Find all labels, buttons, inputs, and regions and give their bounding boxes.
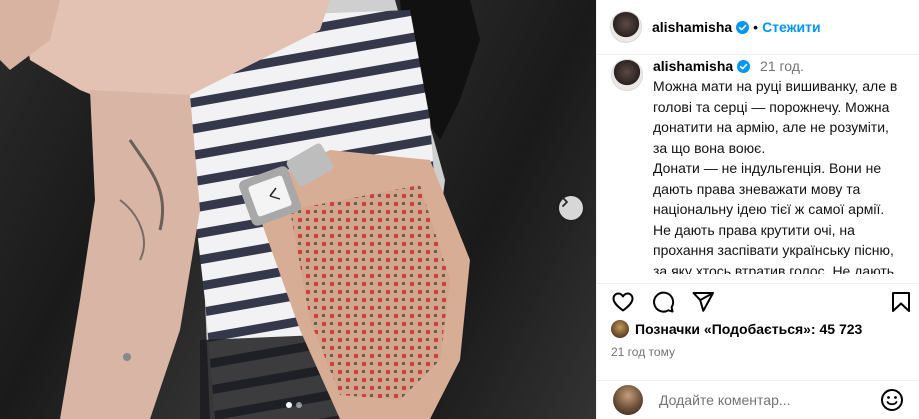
caption-avatar[interactable] [611,59,643,91]
emoji-icon [881,389,903,411]
caption-text: Можна мати на руці вишиванку, але в голо… [653,76,903,274]
post-media[interactable] [0,0,596,419]
post-header: alishamisha • Стежити [597,0,919,55]
header-username[interactable]: alishamisha [652,19,750,35]
share-icon [692,292,714,312]
caption-header: alishamisha 21 год. [653,58,804,74]
comment-input[interactable] [657,391,871,409]
comment-button[interactable] [651,290,675,319]
post-timestamp[interactable]: 21 год тому [611,345,675,359]
emoji-button[interactable] [880,388,904,412]
caption-timestamp[interactable]: 21 год. [760,58,804,74]
follow-button[interactable]: Стежити [762,19,821,35]
avatar [611,320,629,338]
action-bar [597,283,919,319]
likes-label[interactable]: Позначки «Подобається»: 45 723 [635,321,862,337]
post-side-panel: alishamisha • Стежити alishamisha 21 год… [596,0,919,419]
post-photo [0,0,596,419]
verified-badge-icon [737,60,751,73]
header-separator: • [753,19,759,35]
chevron-right-icon [562,197,568,207]
save-button[interactable] [890,290,912,319]
bookmark-icon [892,292,910,312]
avatar [613,385,643,415]
like-button[interactable] [611,290,635,319]
comment-icon [653,291,675,313]
verified-badge-icon [736,21,750,34]
share-button[interactable] [691,290,715,319]
username-text[interactable]: alishamisha [652,19,732,35]
caption-username[interactable]: alishamisha [653,58,733,74]
caption-paragraph: Можна мати на руці вишиванку, але в голо… [653,78,898,156]
carousel-dot-active [286,402,292,408]
next-slide-button[interactable] [559,196,583,220]
carousel-indicator [286,402,302,408]
caption-area: alishamisha 21 год. Можна мати на руці в… [597,55,919,274]
carousel-dot [296,402,302,408]
likes-count[interactable]: Позначки «Подобається»: 45 723 [611,320,862,338]
caption-paragraph: Донати — не індульгенція. Вони не дають … [653,160,895,274]
avatar[interactable] [610,11,642,43]
comment-bar [597,380,919,419]
heart-icon [612,292,634,312]
